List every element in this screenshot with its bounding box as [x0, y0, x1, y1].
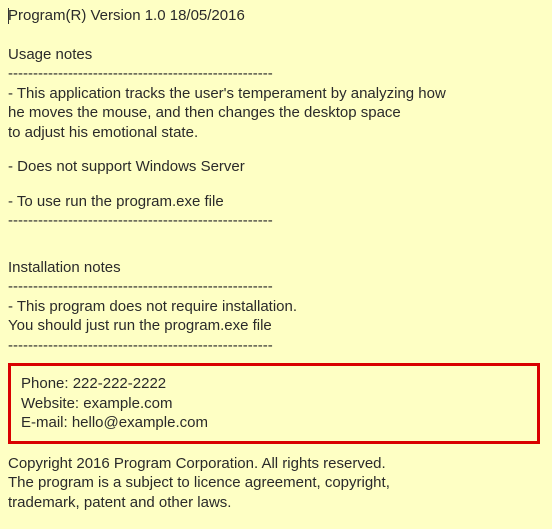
- header-line: Program(R) Version 1.0 18/05/2016: [8, 7, 245, 24]
- install-rule: ----------------------------------------…: [8, 277, 544, 297]
- usage-rule: ----------------------------------------…: [8, 64, 544, 84]
- spacer: [8, 235, 544, 250]
- install-title: Installation notes: [8, 258, 544, 278]
- usage-rule-end: ----------------------------------------…: [8, 211, 544, 231]
- copyright-line-1: Copyright 2016 Program Corporation. All …: [8, 454, 544, 474]
- usage-item-3: - To use run the program.exe file: [8, 192, 544, 212]
- header-block: Program(R) Version 1.0 18/05/2016: [8, 6, 544, 26]
- spacer: [8, 142, 544, 157]
- install-line-1: - This program does not require installa…: [8, 297, 544, 317]
- copyright-line-2: The program is a subject to licence agre…: [8, 473, 544, 493]
- contact-email: E-mail: hello@example.com: [21, 413, 527, 433]
- usage-item-1b: he moves the mouse, and then changes the…: [8, 103, 544, 123]
- copyright-block: Copyright 2016 Program Corporation. All …: [8, 454, 544, 513]
- install-rule-end: ----------------------------------------…: [8, 336, 544, 356]
- installation-notes: Installation notes ---------------------…: [8, 258, 544, 356]
- spacer: [8, 30, 544, 45]
- contact-box: Phone: 222-222-2222 Website: example.com…: [8, 363, 540, 444]
- install-line-2: You should just run the program.exe file: [8, 316, 544, 336]
- spacer: [8, 250, 544, 258]
- contact-phone: Phone: 222-222-2222: [21, 374, 527, 394]
- contact-website: Website: example.com: [21, 394, 527, 414]
- usage-title: Usage notes: [8, 45, 544, 65]
- usage-item-1a: - This application tracks the user's tem…: [8, 84, 544, 104]
- usage-item-2: - Does not support Windows Server: [8, 157, 544, 177]
- usage-item-1c: to adjust his emotional state.: [8, 123, 544, 143]
- copyright-line-3: trademark, patent and other laws.: [8, 493, 544, 513]
- usage-notes: Usage notes ----------------------------…: [8, 45, 544, 231]
- spacer: [8, 177, 544, 192]
